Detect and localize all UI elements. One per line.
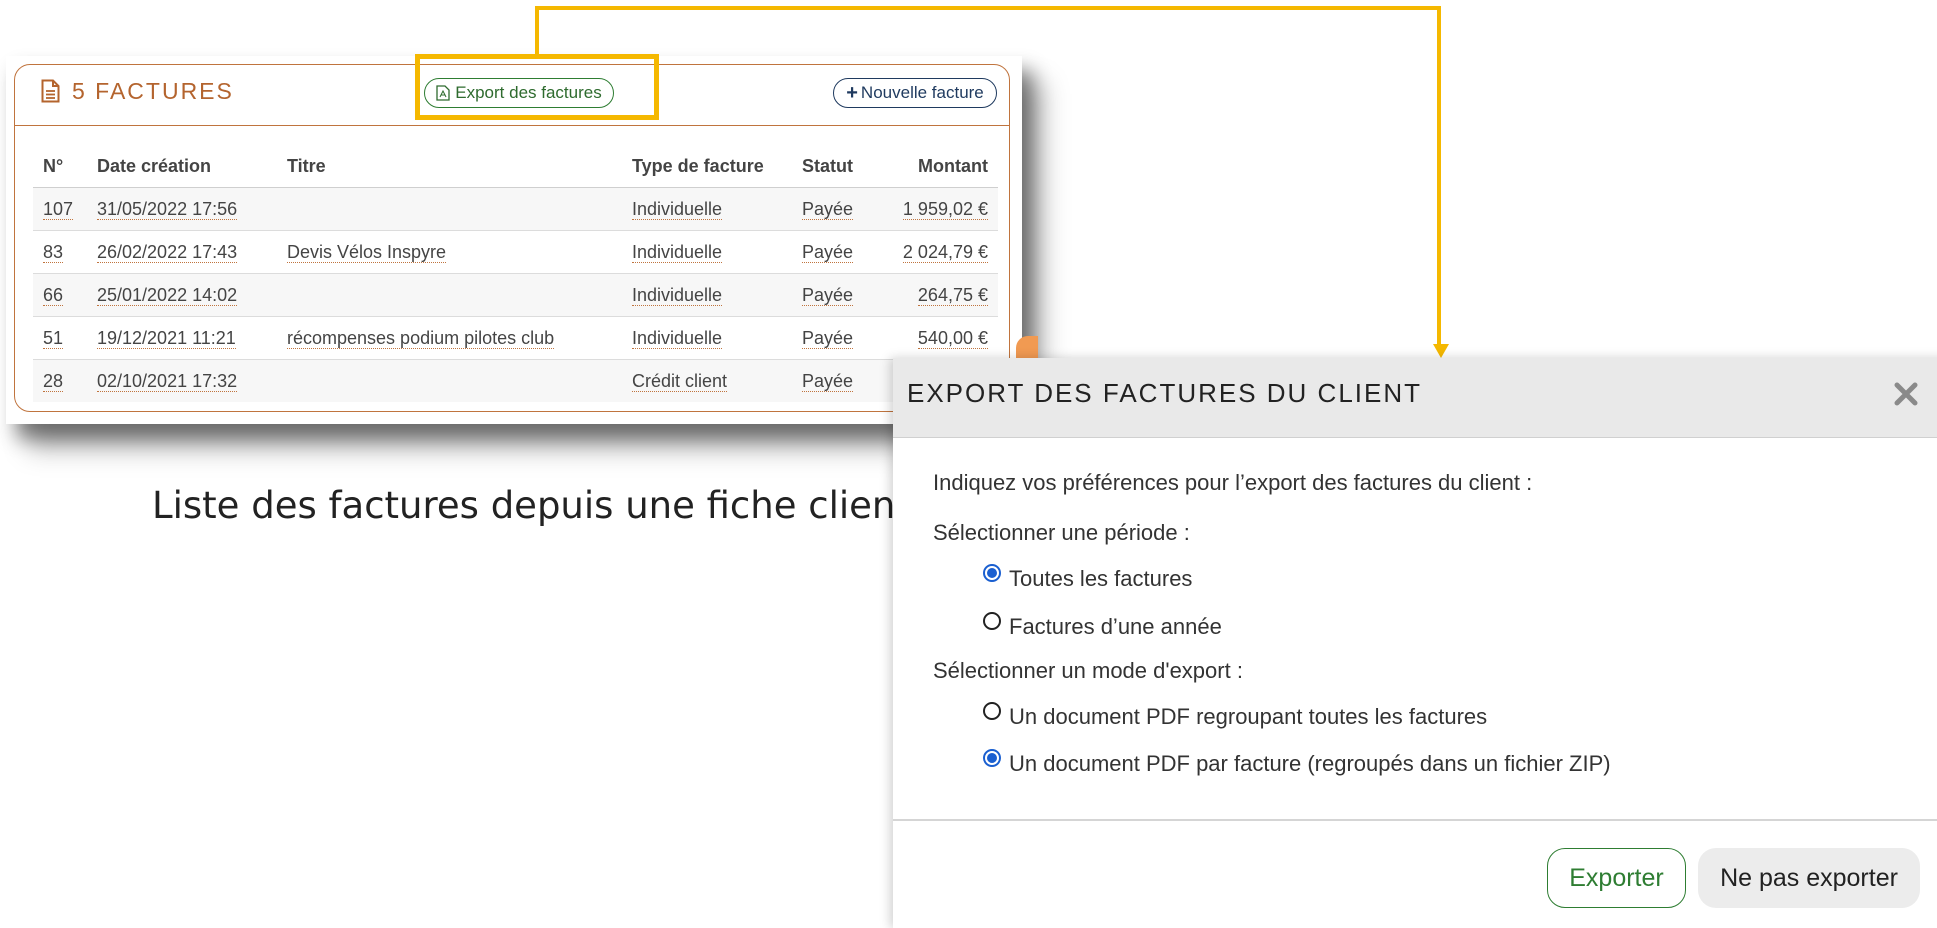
- table-row[interactable]: 107 31/05/2022 17:56 Individuelle Payée …: [33, 187, 998, 231]
- invoices-title: 5 FACTURES: [41, 77, 234, 105]
- period-label: Sélectionner une période :: [933, 520, 1190, 545]
- invoice-number[interactable]: 66: [43, 284, 64, 306]
- mode-label: Sélectionner un mode d'export :: [933, 658, 1243, 683]
- invoice-amount[interactable]: 540,00 €: [917, 327, 988, 349]
- dialog-title: EXPORT DES FACTURES DU CLIENT: [907, 378, 1423, 408]
- invoice-type[interactable]: Crédit client: [632, 370, 728, 392]
- invoice-number[interactable]: 51: [43, 327, 64, 349]
- invoice-amount[interactable]: 1 959,02 €: [902, 198, 988, 220]
- plus-icon: +: [846, 81, 858, 104]
- column-header-type[interactable]: Type de facture: [622, 145, 792, 188]
- period-option-all[interactable]: Toutes les factures: [983, 564, 1193, 592]
- new-invoice-label: Nouvelle facture: [860, 83, 984, 102]
- close-icon: [1894, 382, 1918, 406]
- column-header-status[interactable]: Statut: [792, 145, 882, 188]
- radio-button[interactable]: [983, 612, 1001, 630]
- connector-line: [535, 6, 539, 56]
- connector-line: [535, 6, 1441, 10]
- close-button[interactable]: [1886, 374, 1926, 414]
- table-row[interactable]: 51 19/12/2021 11:21 récompenses podium p…: [33, 316, 998, 360]
- invoice-number[interactable]: 107: [43, 198, 74, 220]
- period-option-all-label: Toutes les factures: [1009, 566, 1193, 591]
- column-header-amount[interactable]: Montant: [882, 145, 998, 188]
- new-invoice-button[interactable]: + Nouvelle facture: [833, 78, 997, 108]
- invoice-status[interactable]: Payée: [802, 327, 854, 349]
- invoice-type[interactable]: Individuelle: [632, 198, 723, 220]
- table-row[interactable]: 28 02/10/2021 17:32 Crédit client Payée: [33, 359, 998, 402]
- column-header-date[interactable]: Date création: [87, 145, 277, 188]
- column-header-title[interactable]: Titre: [277, 145, 622, 188]
- invoice-number[interactable]: 83: [43, 241, 64, 263]
- caption: Liste des factures depuis une fiche clie…: [152, 484, 910, 527]
- invoice-number[interactable]: 28: [43, 370, 64, 392]
- cancel-button[interactable]: Ne pas exporter: [1698, 848, 1920, 908]
- invoice-type[interactable]: Individuelle: [632, 327, 723, 349]
- invoice-status[interactable]: Payée: [802, 284, 854, 306]
- connector-line: [1437, 6, 1441, 346]
- invoice-status[interactable]: Payée: [802, 241, 854, 263]
- radio-button[interactable]: [983, 702, 1001, 720]
- dialog-divider: [893, 819, 1937, 821]
- invoice-title[interactable]: récompenses podium pilotes club: [287, 327, 555, 349]
- invoice-type[interactable]: Individuelle: [632, 241, 723, 263]
- invoice-date[interactable]: 02/10/2021 17:32: [97, 370, 238, 392]
- mode-option-single-pdf-label: Un document PDF regroupant toutes les fa…: [1009, 704, 1488, 729]
- mode-option-zip-label: Un document PDF par facture (regroupés d…: [1009, 751, 1611, 776]
- invoice-title[interactable]: Devis Vélos Inspyre: [287, 241, 447, 263]
- invoice-amount[interactable]: 264,75 €: [917, 284, 988, 306]
- export-button-highlight: [415, 54, 659, 120]
- mode-option-single-pdf[interactable]: Un document PDF regroupant toutes les fa…: [983, 702, 1488, 730]
- period-option-year[interactable]: Factures d’une année: [983, 612, 1222, 640]
- table-row[interactable]: 66 25/01/2022 14:02 Individuelle Payée 2…: [33, 273, 998, 317]
- invoice-date[interactable]: 19/12/2021 11:21: [97, 327, 236, 349]
- invoices-title-text: 5 FACTURES: [72, 77, 234, 104]
- document-icon: [41, 79, 60, 103]
- table-row[interactable]: 83 26/02/2022 17:43 Devis Vélos Inspyre …: [33, 230, 998, 274]
- invoice-type[interactable]: Individuelle: [632, 284, 723, 306]
- export-button[interactable]: Exporter: [1547, 848, 1686, 908]
- invoice-status[interactable]: Payée: [802, 198, 854, 220]
- invoice-date[interactable]: 25/01/2022 14:02: [97, 284, 238, 306]
- invoice-amount[interactable]: 2 024,79 €: [902, 241, 988, 263]
- invoice-date[interactable]: 26/02/2022 17:43: [97, 241, 238, 263]
- arrow-head-icon: [1433, 344, 1449, 358]
- mode-option-zip[interactable]: Un document PDF par facture (regroupés d…: [983, 749, 1611, 777]
- period-option-year-label: Factures d’une année: [1009, 614, 1222, 639]
- export-dialog: EXPORT DES FACTURES DU CLIENT Indiquez v…: [893, 358, 1937, 928]
- radio-button[interactable]: [983, 749, 1001, 767]
- invoice-status[interactable]: Payée: [802, 370, 854, 392]
- radio-button[interactable]: [983, 564, 1001, 582]
- dialog-intro: Indiquez vos préférences pour l’export d…: [933, 470, 1533, 495]
- dialog-header: EXPORT DES FACTURES DU CLIENT: [893, 358, 1937, 438]
- column-header-number[interactable]: N°: [33, 145, 87, 188]
- table-header-row: N° Date création Titre Type de facture S…: [33, 145, 998, 188]
- invoices-table: N° Date création Titre Type de facture S…: [33, 145, 998, 402]
- invoice-date[interactable]: 31/05/2022 17:56: [97, 198, 238, 220]
